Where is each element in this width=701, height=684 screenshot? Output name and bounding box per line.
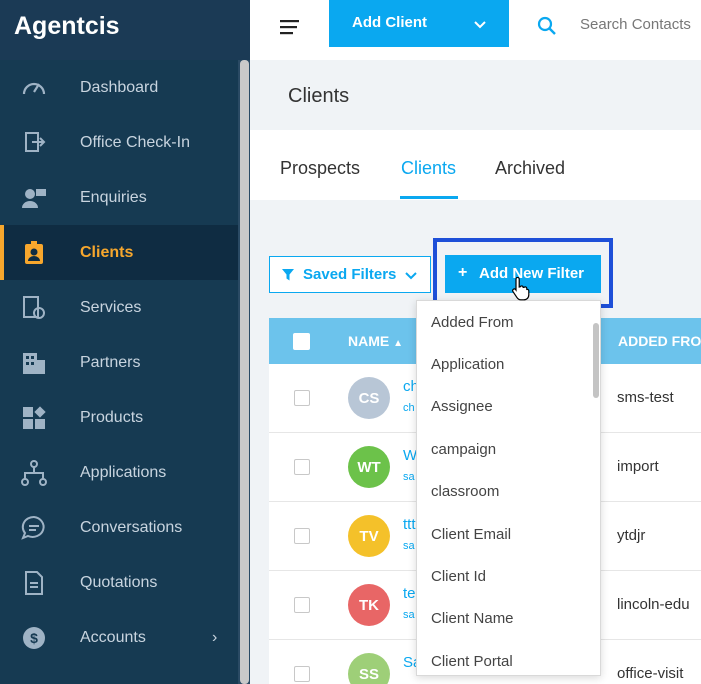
row-checkbox[interactable]	[294, 666, 310, 682]
enquiries-icon	[20, 184, 48, 212]
sidebar-item-enquiries[interactable]: Enquiries	[0, 170, 238, 225]
dropdown-item-application[interactable]: Application	[431, 356, 504, 373]
sidebar-item-label: Partners	[80, 353, 141, 371]
dropdown-item-assignee[interactable]: Assignee	[431, 398, 493, 415]
flow-icon	[20, 459, 48, 487]
brand-logo[interactable]: Agentcis	[0, 0, 250, 56]
plus-icon: +	[458, 264, 468, 281]
saved-filters-label: Saved Filters	[303, 266, 397, 283]
add-client-label: Add Client	[352, 14, 427, 31]
column-header-label: NAME	[348, 333, 390, 349]
tab-bar: Prospects Clients Archived	[250, 130, 701, 200]
filter-icon	[282, 268, 294, 281]
avatar: TK	[348, 584, 390, 626]
avatar: WT	[348, 446, 390, 488]
dropdown-item-client-name[interactable]: Client Name	[431, 610, 514, 627]
client-email-link[interactable]: sa	[403, 540, 415, 552]
add-client-button[interactable]: Add Client	[329, 0, 509, 47]
hamburger-menu-icon[interactable]	[280, 19, 300, 35]
tab-archived[interactable]: Archived	[495, 158, 565, 179]
added-from-value: ytdjr	[617, 527, 646, 544]
check-in-icon	[20, 129, 48, 157]
row-checkbox[interactable]	[294, 597, 310, 613]
sidebar-item-dashboard[interactable]: Dashboard	[0, 60, 238, 115]
sidebar-item-products[interactable]: Products	[0, 390, 238, 445]
sidebar-item-label: Products	[80, 408, 144, 426]
column-header-added-from[interactable]: ADDED FROM	[618, 333, 701, 349]
avatar: CS	[348, 377, 390, 419]
added-from-value: office-visit	[617, 665, 684, 682]
client-email-link[interactable]: sa	[403, 609, 415, 621]
sidebar-item-label: Enquiries	[80, 188, 147, 206]
row-checkbox[interactable]	[294, 390, 310, 406]
sidebar-item-label: Conversations	[80, 518, 183, 536]
client-email-link[interactable]: ch	[403, 402, 415, 414]
select-all-checkbox[interactable]	[293, 333, 310, 350]
dropdown-item-client-portal[interactable]: Client Portal	[431, 653, 513, 670]
hand-pointer-cursor-icon	[510, 276, 530, 301]
client-name-link[interactable]: te	[403, 585, 416, 602]
id-badge-icon	[20, 239, 48, 267]
sidebar-item-label: Dashboard	[80, 78, 159, 96]
page-title: Clients	[288, 85, 350, 107]
document-icon	[20, 569, 48, 597]
dropdown-item-classroom[interactable]: classroom	[431, 483, 499, 500]
services-icon	[20, 294, 48, 322]
saved-filters-button[interactable]: Saved Filters	[269, 256, 431, 293]
sort-icon[interactable]: ▲︎	[393, 338, 403, 349]
client-name-link[interactable]: ttt	[403, 516, 416, 533]
dropdown-item-client-id[interactable]: Client Id	[431, 568, 486, 585]
sidebar-item-clients[interactable]: Clients	[0, 225, 238, 280]
sidebar-nav: Dashboard Office Check-In Enquiries Clie…	[0, 60, 238, 684]
products-icon	[20, 404, 48, 432]
top-bar: Add Client	[250, 0, 701, 60]
chevron-right-icon: ›	[212, 628, 218, 646]
sidebar-item-label: Quotations	[80, 573, 158, 591]
row-checkbox[interactable]	[294, 459, 310, 475]
add-new-filter-label: Add New Filter	[479, 265, 585, 282]
svg-text:$: $	[30, 630, 38, 646]
client-email-link[interactable]: sa	[403, 471, 415, 483]
sidebar-item-quotations[interactable]: Quotations	[0, 555, 238, 610]
dollar-icon: $	[20, 624, 48, 652]
chevron-down-icon	[404, 268, 418, 282]
dropdown-scrollbar-thumb[interactable]	[593, 323, 599, 398]
sidebar-item-accounts[interactable]: $ Accounts ›	[0, 610, 238, 665]
page-header: Clients	[250, 60, 701, 130]
sidebar-item-applications[interactable]: Applications	[0, 445, 238, 500]
column-header-name[interactable]: NAME ▲︎	[348, 333, 403, 349]
search-icon[interactable]	[537, 16, 557, 36]
dropdown-item-client-email[interactable]: Client Email	[431, 526, 511, 543]
filter-field-dropdown: Added From Application Assignee campaign…	[416, 300, 601, 676]
sidebar-item-conversations[interactable]: Conversations	[0, 500, 238, 555]
row-checkbox[interactable]	[294, 528, 310, 544]
dropdown-item-added-from[interactable]: Added From	[431, 314, 514, 331]
sidebar: Agentcis Dashboard Office Check-In Enqui…	[0, 0, 250, 684]
tab-prospects[interactable]: Prospects	[280, 158, 360, 179]
added-from-value: sms-test	[617, 389, 674, 406]
avatar: TV	[348, 515, 390, 557]
sidebar-item-label: Applications	[80, 463, 167, 481]
active-tab-indicator	[400, 196, 458, 199]
search-input[interactable]	[580, 12, 701, 36]
gauge-icon	[20, 74, 48, 102]
sidebar-item-label: Clients	[80, 243, 134, 261]
dropdown-item-campaign[interactable]: campaign	[431, 441, 496, 458]
sidebar-item-label: Accounts	[80, 628, 146, 646]
tab-clients[interactable]: Clients	[401, 158, 456, 179]
sidebar-item-office-check-in[interactable]: Office Check-In	[0, 115, 238, 170]
sidebar-item-services[interactable]: Services	[0, 280, 238, 335]
sidebar-item-label: Services	[80, 298, 142, 316]
sidebar-item-label: Office Check-In	[80, 133, 190, 151]
added-from-value: import	[617, 458, 659, 475]
chat-icon	[20, 514, 48, 542]
sidebar-scrollbar-thumb[interactable]	[240, 60, 249, 684]
building-icon	[20, 349, 48, 377]
avatar: SS	[348, 653, 390, 684]
chevron-down-icon[interactable]	[472, 16, 488, 32]
added-from-value: lincoln-edu	[617, 596, 690, 613]
sidebar-item-partners[interactable]: Partners	[0, 335, 238, 390]
